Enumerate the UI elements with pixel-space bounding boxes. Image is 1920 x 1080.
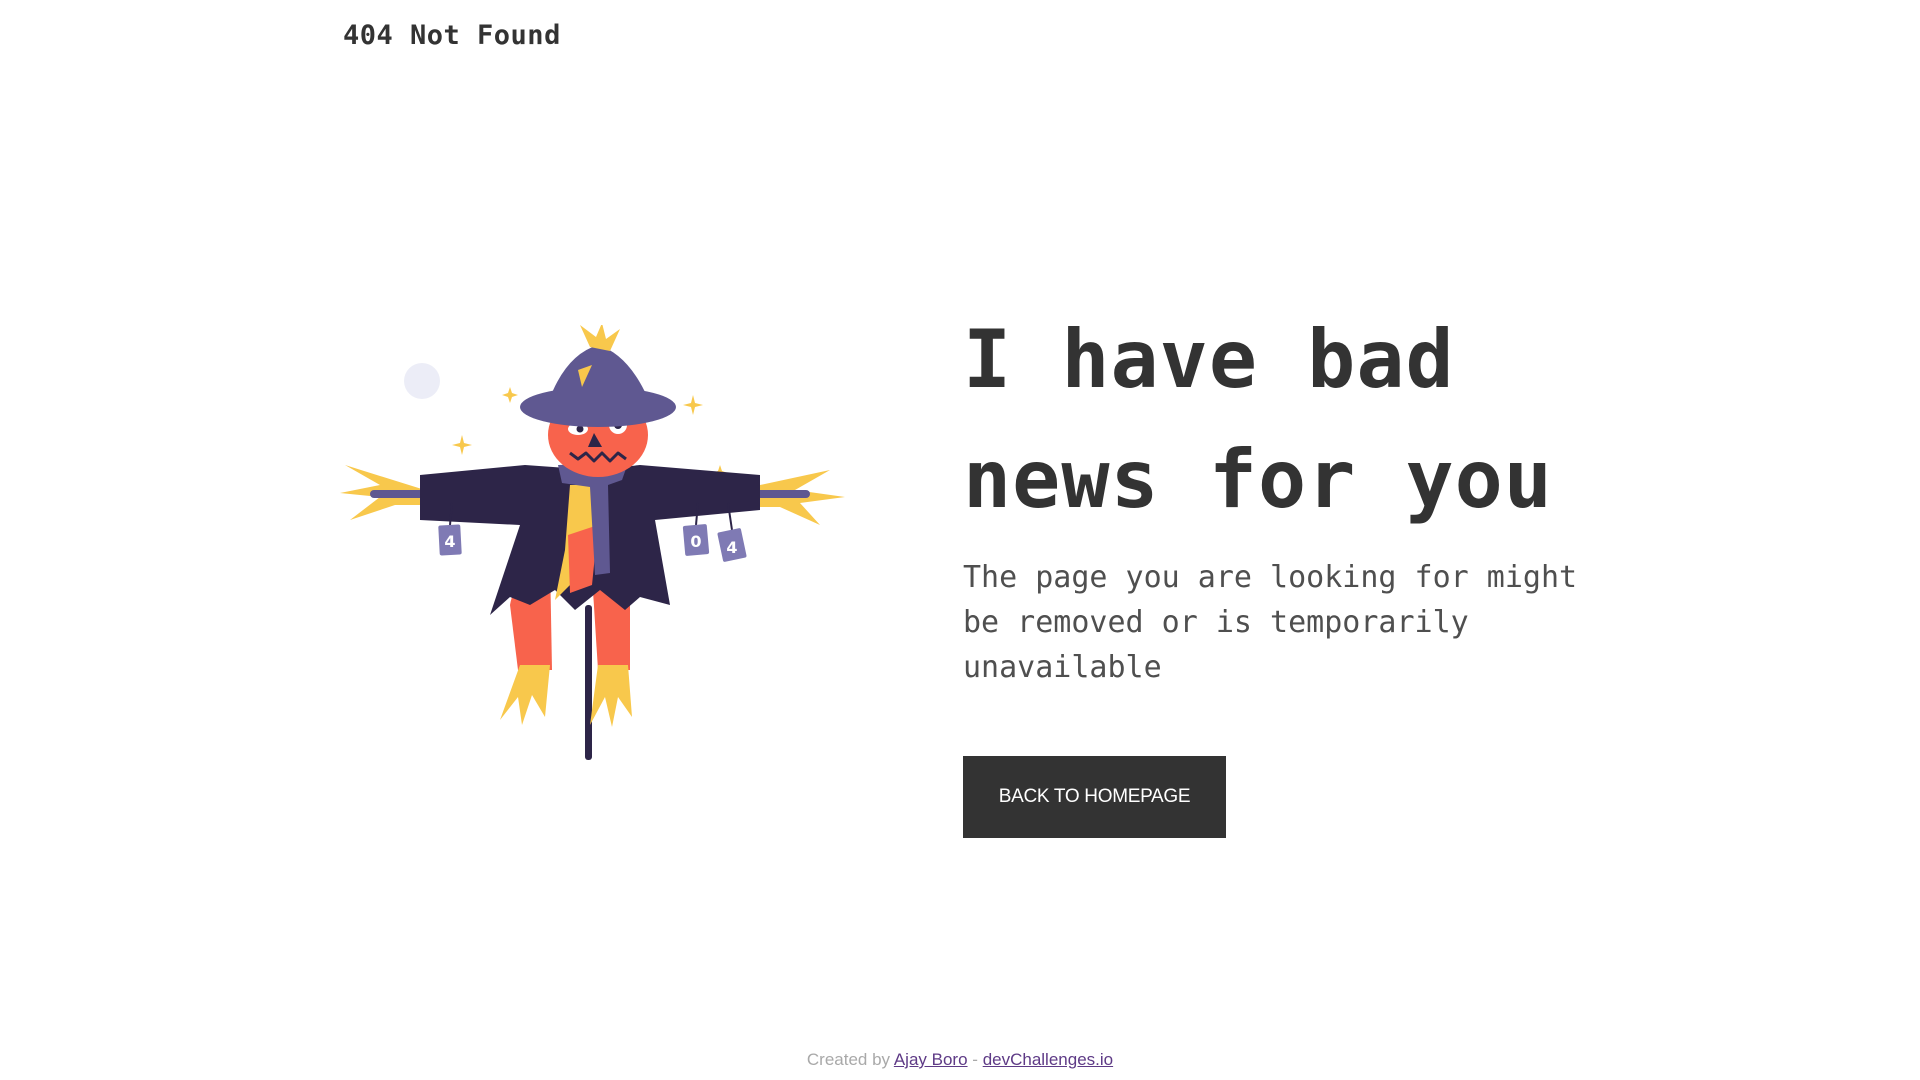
can-label: 0: [690, 532, 701, 551]
scarecrow-illustration: 4 0 4: [340, 325, 845, 765]
author-link[interactable]: Ajay Boro: [894, 1050, 968, 1069]
footer-prefix: Created by: [806, 1050, 891, 1069]
sparkle-icon: [452, 435, 472, 455]
page-headline: I have bad news for you: [963, 313, 1553, 526]
footer: Created by Ajay Boro - devChallenges.io: [0, 1050, 1920, 1070]
page-description: The page you are looking for might be re…: [963, 560, 1578, 685]
devchallenges-link[interactable]: devChallenges.io: [983, 1050, 1113, 1069]
can-label: 4: [444, 532, 455, 551]
moon-icon: [404, 363, 440, 399]
site-title: 404 Not Found: [343, 20, 561, 51]
sparkle-icon: [502, 387, 518, 403]
footer-separator: -: [972, 1050, 978, 1069]
can-label: 4: [726, 538, 737, 557]
back-to-homepage-button[interactable]: BACK TO HOMEPAGE: [963, 756, 1226, 838]
sparkle-icon: [683, 395, 703, 415]
